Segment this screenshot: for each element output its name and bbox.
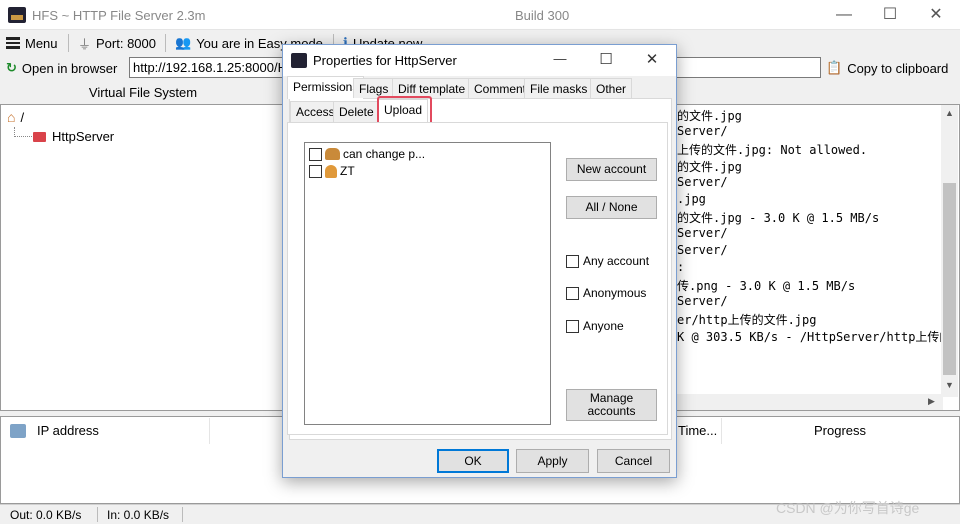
vfs-tree[interactable]: ⌂ / HttpServer — [0, 104, 286, 411]
cancel-button[interactable]: Cancel — [597, 449, 670, 473]
ok-button[interactable]: OK — [437, 449, 509, 473]
anonymous-label: Anonymous — [583, 286, 647, 300]
tree-connector — [14, 127, 32, 137]
log-line: : — [677, 260, 685, 274]
account-row[interactable]: can change p... — [309, 147, 425, 161]
folder-icon — [33, 131, 46, 142]
open-in-browser-button[interactable]: ↻ Open in browser — [6, 59, 117, 77]
dialog-titlebar: Properties for HttpServer — ☐ ✕ — [283, 45, 676, 76]
apply-button[interactable]: Apply — [516, 449, 589, 473]
vfs-root-label: / — [20, 109, 25, 125]
anonymous-checkbox[interactable] — [566, 286, 579, 300]
manage-accounts-button[interactable]: Manage accounts — [566, 389, 657, 421]
anonymous-option[interactable]: Anonymous — [566, 286, 646, 300]
close-button[interactable]: ✕ — [913, 0, 959, 30]
log-line: er/http上传的文件.jpg — [677, 313, 817, 327]
vfs-header: Virtual File System — [88, 85, 198, 100]
anyone-label: Anyone — [583, 319, 624, 333]
port-label: Port: 8000 — [96, 35, 157, 51]
port-button[interactable]: ⏚ Port: 8000 — [78, 34, 156, 52]
log-line: 上传的文件.jpg: Not allowed. — [677, 143, 868, 157]
dialog-maximize-button[interactable]: ☐ — [591, 50, 621, 68]
users-icon: 👥 — [175, 35, 192, 50]
refresh-arrow-icon: ↻ — [6, 60, 17, 75]
dialog-close-button[interactable]: ✕ — [637, 50, 667, 68]
tab-comment[interactable]: Comment — [468, 78, 533, 98]
log-line: Server/ — [677, 124, 728, 138]
account-checkbox[interactable] — [309, 147, 322, 161]
log-line: Server/ — [677, 243, 728, 257]
any-account-option[interactable]: Any account — [566, 254, 649, 268]
window-title: HFS ~ HTTP File Server 2.3m — [32, 8, 206, 23]
all-none-button[interactable]: All / None — [566, 196, 657, 219]
hfs-logo-icon — [291, 53, 307, 68]
status-in: In: 0.0 KB/s — [107, 508, 170, 522]
toolbar-separator — [165, 34, 166, 52]
tab-flags[interactable]: Flags — [353, 78, 395, 98]
any-account-checkbox[interactable] — [566, 254, 579, 268]
clipboard-icon: 📋 — [826, 60, 843, 75]
log-line: K @ 303.5 KB/s - /HttpServer/http上传的 — [677, 330, 952, 344]
minimize-button[interactable]: — — [821, 0, 867, 30]
dialog-minimize-button[interactable]: — — [545, 51, 575, 66]
hfs-logo-icon — [8, 7, 26, 23]
vfs-folder-item[interactable]: HttpServer — [33, 129, 114, 144]
user-group-icon — [325, 148, 340, 160]
user-icon — [325, 164, 337, 178]
vfs-root-item[interactable]: ⌂ / — [7, 109, 24, 125]
menu-icon — [6, 37, 20, 49]
log-line: 的文件.jpg — [677, 160, 742, 174]
log-line: Server/ — [677, 226, 728, 240]
network-icon — [10, 424, 26, 438]
anyone-option[interactable]: Anyone — [566, 319, 624, 333]
status-separator — [97, 507, 98, 522]
col-progress[interactable]: Progress — [722, 418, 958, 444]
tab-other[interactable]: Other — [590, 78, 633, 98]
log-hscrollbar[interactable] — [660, 394, 943, 410]
any-account-label: Any account — [583, 254, 650, 268]
log-line: .jpg — [677, 192, 706, 206]
properties-dialog: Properties for HttpServer — ☐ ✕ Permissi… — [282, 44, 677, 478]
col-ip-address[interactable]: IP address — [30, 418, 210, 444]
menu-button[interactable]: Menu — [6, 34, 58, 52]
toolbar-separator — [68, 34, 69, 52]
copy-label: Copy to clipboard — [847, 60, 949, 76]
log-scroll-thumb[interactable] — [943, 183, 956, 375]
log-line: Server/ — [677, 294, 728, 308]
main-titlebar: HFS ~ HTTP File Server 2.3m Build 300 — … — [0, 0, 960, 30]
account-label: can change p... — [343, 147, 426, 161]
tab-diff-template[interactable]: Diff template — [392, 78, 472, 98]
dialog-title: Properties for HttpServer — [313, 53, 457, 68]
account-label: ZT — [340, 164, 355, 178]
scroll-right-icon[interactable]: ▶ — [928, 396, 935, 407]
col-time[interactable]: Time... — [675, 418, 722, 444]
plug-icon: ⏚ — [78, 36, 92, 52]
tab-file-masks[interactable]: File masks — [524, 78, 594, 98]
log-line: 的文件.jpg — [677, 109, 742, 123]
anyone-checkbox[interactable] — [566, 319, 579, 333]
log-line: 传.png - 3.0 K @ 1.5 MB/s — [677, 279, 856, 293]
new-account-button[interactable]: New account — [566, 158, 657, 181]
account-row[interactable]: ZT — [309, 164, 355, 178]
vfs-folder-label: HttpServer — [52, 129, 115, 144]
status-out: Out: 0.0 KB/s — [10, 508, 82, 522]
copy-clipboard-button[interactable]: 📋 Copy to clipboard — [826, 59, 948, 77]
menu-label: Menu — [25, 35, 58, 51]
home-icon: ⌂ — [7, 109, 16, 125]
log-line: 的文件.jpg - 3.0 K @ 1.5 MB/s — [677, 211, 880, 225]
account-list[interactable]: can change p... ZT — [304, 142, 551, 425]
subtab-delete[interactable]: Delete — [333, 101, 380, 122]
open-browser-label: Open in browser — [21, 60, 118, 76]
status-separator — [182, 507, 183, 522]
account-checkbox[interactable] — [309, 164, 322, 178]
watermark: CSDN @为你写首诗ge — [776, 500, 920, 516]
log-line: Server/ — [677, 175, 728, 189]
scroll-up-icon[interactable]: ▲ — [945, 108, 954, 118]
build-label: Build 300 — [515, 8, 570, 23]
dialog-tabs: Permissions Flags Diff template Comment … — [287, 76, 672, 99]
maximize-button[interactable]: ☐ — [867, 0, 913, 30]
scroll-down-icon[interactable]: ▼ — [945, 380, 954, 390]
